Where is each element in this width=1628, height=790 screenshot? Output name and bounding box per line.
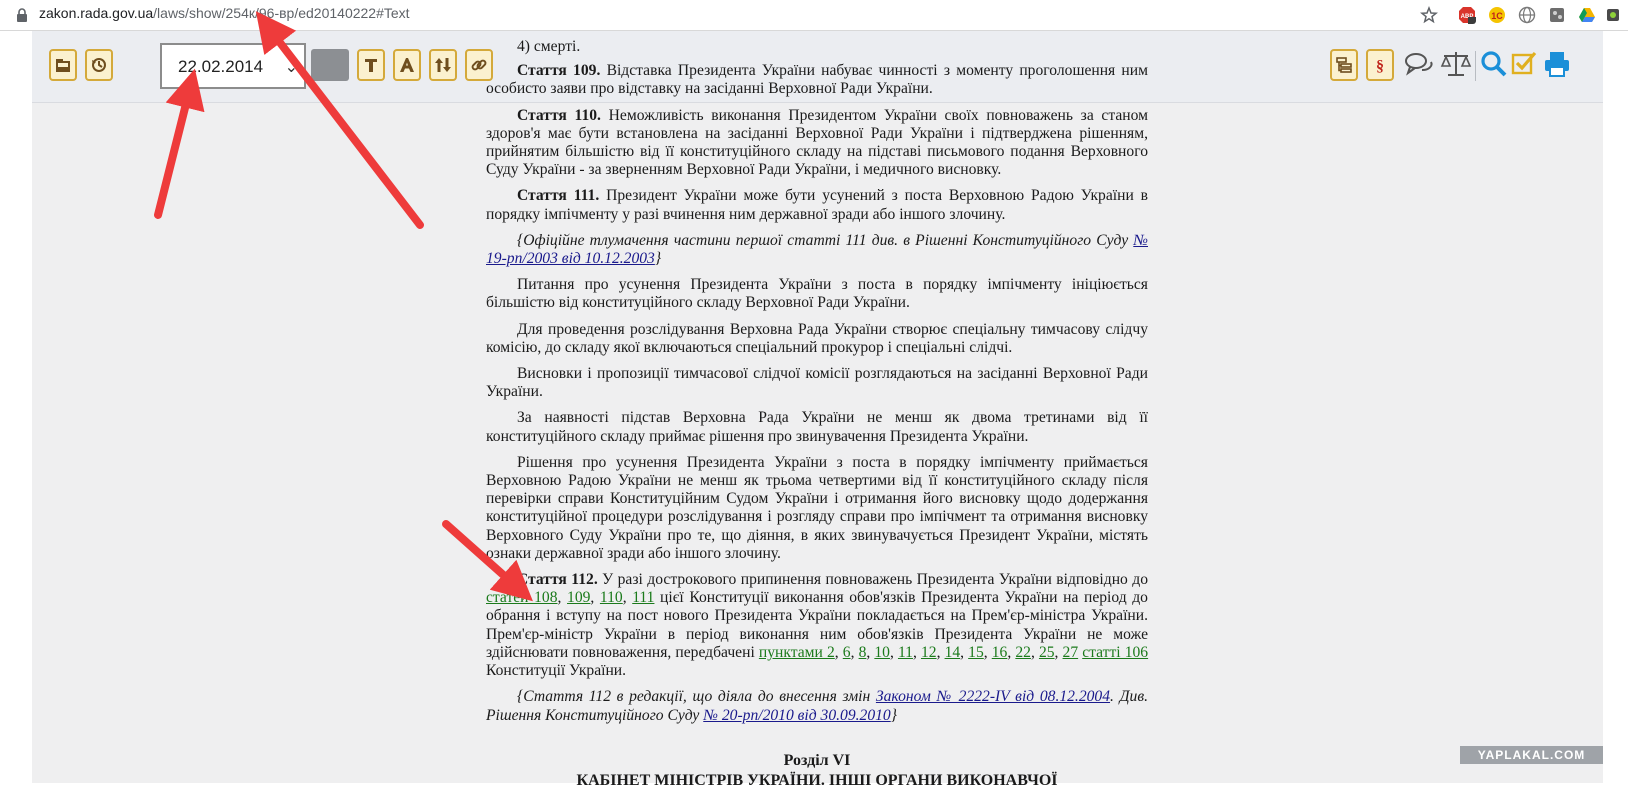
1c-extension-icon[interactable]: 1С <box>1488 6 1506 24</box>
tree-button[interactable] <box>1330 49 1358 81</box>
link-article-110[interactable]: 110 <box>600 589 623 606</box>
link-point-25[interactable]: 25 <box>1039 644 1055 661</box>
scales-icon[interactable] <box>1440 49 1472 79</box>
comments-icon[interactable] <box>1404 49 1434 79</box>
note-1-end: } <box>654 250 662 268</box>
article-109-heading: Стаття 109. <box>517 62 601 80</box>
browser-address-bar: zakon.rada.gov.ua/laws/show/254к/96-вр/e… <box>0 0 1628 31</box>
sort-button[interactable] <box>429 49 457 81</box>
sort-icon <box>435 58 451 72</box>
article-111: Стаття 111. Президент України може бути … <box>486 187 1148 223</box>
search-icon[interactable] <box>1480 49 1508 79</box>
url-field[interactable]: zakon.rada.gov.ua/laws/show/254к/96-вр/e… <box>39 5 410 21</box>
left-gutter <box>0 31 32 783</box>
text-t-button[interactable] <box>357 49 385 81</box>
extension-2-icon[interactable] <box>1604 6 1622 24</box>
puzzle-extension-icon[interactable] <box>1548 6 1566 24</box>
text-t-icon <box>365 59 377 72</box>
right-gutter <box>1603 31 1628 783</box>
article-109: Стаття 109. Відставка Президента України… <box>486 62 1148 98</box>
paragraph-charge: За наявності підстав Верховна Рада Украї… <box>486 409 1148 445</box>
law-text: 4) смерті. Стаття 109. Відставка Президе… <box>486 38 1148 733</box>
link-article-108[interactable]: статей 108 <box>486 589 558 606</box>
link-point-14[interactable]: 14 <box>945 644 961 661</box>
edition-date-select[interactable]: 22.02.2014 ⌄ <box>160 43 306 89</box>
link-article-109[interactable]: 109 <box>567 589 590 606</box>
link-point-11[interactable]: 11 <box>898 644 913 661</box>
section-subtitle: КАБІНЕТ МІНІСТРІВ УКРАЇНИ. ІНШІ ОРГАНИ В… <box>576 772 1058 789</box>
watermark: YAPLAKAL.COM <box>1460 746 1603 764</box>
edition-date-value: 22.02.2014 <box>178 57 264 76</box>
paragraph-initiation: Питання про усунення Президента України … <box>486 276 1148 312</box>
globe-extension-icon[interactable] <box>1518 6 1536 24</box>
article-111-heading: Стаття 111. <box>517 187 600 205</box>
checkbox-icon[interactable] <box>1510 49 1538 79</box>
tree-icon <box>1336 57 1352 73</box>
note-2-text-1: {Стаття 112 в редакції, що діяла до внес… <box>517 688 876 706</box>
print-icon[interactable] <box>1542 49 1572 79</box>
note-1-text: {Офіційне тлумачення частини першої стат… <box>517 231 1134 249</box>
svg-text:§: § <box>1376 58 1384 74</box>
article-112-heading: Стаття 112. <box>517 571 598 589</box>
article-110: Стаття 110. Неможливість виконання Прези… <box>486 107 1148 180</box>
link-article-106[interactable]: статті 106 <box>1082 644 1148 661</box>
abp-extension-icon[interactable]: ABP <box>1458 6 1476 24</box>
lock-icon <box>17 8 27 22</box>
article-112-text-3: Конституції України. <box>486 662 627 680</box>
article-112: Стаття 112. У разі дострокового припинен… <box>486 571 1149 680</box>
paragraph-investigation: Для проведення розслідування Верховна Ра… <box>486 320 1148 356</box>
note-2-text-3: } <box>890 706 897 724</box>
bookmark-star-icon[interactable] <box>1420 6 1438 24</box>
link-point-8[interactable]: 8 <box>859 644 867 661</box>
chevron-down-icon: ⌄ <box>284 59 298 76</box>
decision-20-link[interactable]: № 20-рп/2010 від 30.09.2010 <box>703 707 890 724</box>
link-point-10[interactable]: 10 <box>874 644 890 661</box>
link-point-22[interactable]: 22 <box>1015 644 1031 661</box>
folder-button[interactable] <box>49 49 77 81</box>
text-a-button[interactable] <box>393 49 421 81</box>
paragraph-icon: § <box>1376 58 1384 74</box>
link-article-111[interactable]: 111 <box>632 589 654 606</box>
link-point-16[interactable]: 16 <box>992 644 1008 661</box>
paragraph-decision: Рішення про усунення Президента України … <box>486 453 1148 562</box>
svg-text:1С: 1С <box>1491 11 1503 21</box>
list-item-death: 4) смерті. <box>517 38 581 55</box>
article-112-text-1: У разі дострокового припинення повноваже… <box>597 571 1148 589</box>
link-point-6[interactable]: 6 <box>843 644 851 661</box>
article-110-heading: Стаття 110. <box>517 106 601 124</box>
paragraph-button[interactable]: § <box>1366 49 1394 81</box>
drive-extension-icon[interactable] <box>1578 6 1596 24</box>
history-button[interactable] <box>85 49 113 81</box>
edition-note: {Стаття 112 в редакції, що діяла до внес… <box>486 688 1148 724</box>
text-a-icon <box>400 58 414 72</box>
interpretation-note: {Офіційне тлумачення частини першої стат… <box>486 232 1148 268</box>
section-title: Розділ VI <box>783 752 851 769</box>
link-point-27[interactable]: 27 <box>1063 644 1079 661</box>
folder-icon <box>56 59 70 72</box>
paragraph-conclusions: Висновки і пропозиції тимчасової слідчої… <box>486 365 1148 401</box>
link-point-2[interactable]: пунктами 2 <box>759 644 835 661</box>
link-point-15[interactable]: 15 <box>968 644 984 661</box>
url-host: zakon.rada.gov.ua <box>39 5 154 21</box>
url-path: /laws/show/254к/96-вр/ed20140222#Text <box>153 5 410 21</box>
link-point-12[interactable]: 12 <box>921 644 937 661</box>
law-2222-link[interactable]: Законом № 2222-IV від 08.12.2004 <box>876 688 1110 705</box>
history-icon <box>92 58 106 72</box>
toolbar-divider <box>1475 51 1476 81</box>
